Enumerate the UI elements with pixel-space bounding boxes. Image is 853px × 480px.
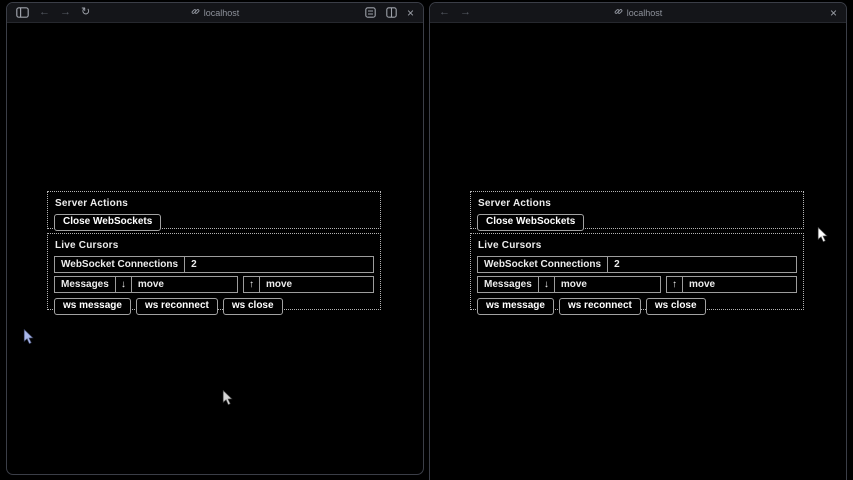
- connections-row: WebSocket Connections 2: [54, 256, 374, 273]
- server-actions-title: Server Actions: [55, 198, 374, 209]
- live-cursors-title: Live Cursors: [55, 240, 374, 251]
- connections-label: WebSocket Connections: [55, 257, 184, 272]
- last-received-message: move: [131, 277, 237, 292]
- titlebar: ← → localhost ×: [430, 3, 846, 23]
- address-display[interactable]: localhost: [191, 7, 240, 18]
- sidebar-toggle-icon[interactable]: [16, 7, 29, 18]
- address-display[interactable]: localhost: [614, 7, 663, 18]
- page-title: localhost: [627, 8, 663, 18]
- server-actions-panel: Server Actions Close WebSockets: [47, 191, 381, 229]
- messages-label: Messages: [55, 277, 115, 292]
- messages-received-box: Messages ↓ move: [477, 276, 661, 293]
- arrow-down-icon: ↓: [538, 277, 554, 292]
- reload-icon[interactable]: ↻: [81, 7, 90, 18]
- link-icon: [614, 7, 623, 18]
- server-actions-panel: Server Actions Close WebSockets: [470, 191, 804, 229]
- connections-value: 2: [607, 257, 796, 272]
- ws-reconnect-button[interactable]: ws reconnect: [559, 298, 641, 315]
- close-window-icon[interactable]: ×: [407, 7, 414, 19]
- close-window-icon[interactable]: ×: [830, 7, 837, 19]
- split-view-icon[interactable]: [386, 7, 397, 18]
- server-actions-title: Server Actions: [478, 198, 797, 209]
- back-icon[interactable]: ←: [439, 7, 450, 18]
- connections-row: WebSocket Connections 2: [477, 256, 797, 273]
- messages-sent-box: ↑ move: [243, 276, 374, 293]
- connections-value: 2: [184, 257, 373, 272]
- browser-window-left: ← → ↻ localhost: [6, 2, 424, 475]
- close-websockets-button[interactable]: Close WebSockets: [477, 214, 584, 231]
- browser-window-right: ← → localhost × Server Actions Close Web…: [429, 2, 847, 480]
- messages-sent-box: ↑ move: [666, 276, 797, 293]
- page-settings-icon[interactable]: [365, 7, 376, 18]
- arrow-up-icon: ↑: [244, 277, 259, 292]
- ws-message-button[interactable]: ws message: [54, 298, 131, 315]
- arrow-down-icon: ↓: [115, 277, 131, 292]
- live-cursors-panel: Live Cursors WebSocket Connections 2 Mes…: [47, 233, 381, 310]
- page-title: localhost: [204, 8, 240, 18]
- messages-received-box: Messages ↓ move: [54, 276, 238, 293]
- live-cursors-panel: Live Cursors WebSocket Connections 2 Mes…: [470, 233, 804, 310]
- ws-close-button[interactable]: ws close: [646, 298, 706, 315]
- last-sent-message: move: [682, 277, 796, 292]
- messages-label: Messages: [478, 277, 538, 292]
- ws-close-button[interactable]: ws close: [223, 298, 283, 315]
- close-websockets-button[interactable]: Close WebSockets: [54, 214, 161, 231]
- titlebar: ← → ↻ localhost: [7, 3, 423, 23]
- forward-icon[interactable]: →: [60, 7, 71, 18]
- last-received-message: move: [554, 277, 660, 292]
- last-sent-message: move: [259, 277, 373, 292]
- ws-reconnect-button[interactable]: ws reconnect: [136, 298, 218, 315]
- arrow-up-icon: ↑: [667, 277, 682, 292]
- forward-icon[interactable]: →: [460, 7, 471, 18]
- live-cursors-title: Live Cursors: [478, 240, 797, 251]
- connections-label: WebSocket Connections: [478, 257, 607, 272]
- link-icon: [191, 7, 200, 18]
- back-icon[interactable]: ←: [39, 7, 50, 18]
- ws-message-button[interactable]: ws message: [477, 298, 554, 315]
